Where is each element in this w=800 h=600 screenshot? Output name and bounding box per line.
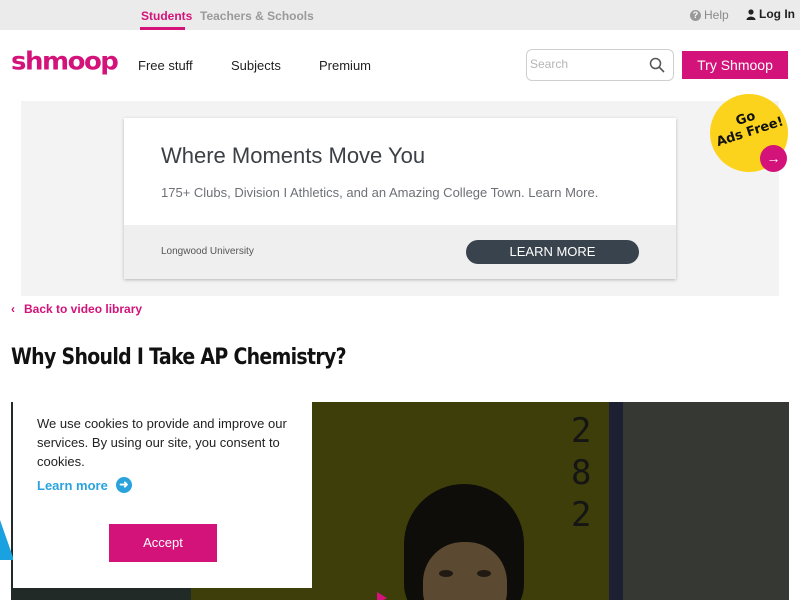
cookie-learn-more-link[interactable]: Learn more ➜ (37, 477, 132, 493)
nav-premium[interactable]: Premium (319, 58, 371, 73)
ad-footer: Longwood University LEARN MORE (124, 225, 676, 279)
top-utility-bar: Students Teachers & Schools ? Help Log I… (0, 0, 800, 30)
video-digit: 2 (571, 495, 592, 535)
tab-students[interactable]: Students (141, 9, 192, 23)
tab-teachers-schools[interactable]: Teachers & Schools (200, 9, 314, 23)
active-tab-indicator (140, 27, 185, 30)
shmoop-logo[interactable]: shmoop (11, 48, 119, 77)
accept-cookies-button[interactable]: Accept (109, 524, 217, 562)
badge-text: Go Ads Free! (709, 102, 786, 151)
chevron-left-icon: ‹ (11, 302, 15, 316)
video-frame-shadow (623, 402, 789, 600)
cookie-consent-dialog: We use cookies to provide and improve ou… (13, 402, 312, 588)
back-link-label: Back to video library (24, 302, 143, 316)
video-person-eye (477, 570, 491, 577)
search-box (526, 49, 674, 81)
play-icon[interactable] (377, 592, 387, 600)
search-input[interactable] (530, 57, 640, 71)
login-label: Log In (759, 7, 795, 21)
decorative-wedge (0, 520, 14, 560)
nav-subjects[interactable]: Subjects (231, 58, 281, 73)
video-digit: 8 (571, 453, 592, 493)
back-to-video-library-link[interactable]: ‹ Back to video library (11, 302, 142, 316)
video-digit: 2 (571, 411, 592, 451)
nav-free-stuff[interactable]: Free stuff (138, 58, 193, 73)
help-label: Help (704, 8, 729, 22)
ad-learn-more-button[interactable]: LEARN MORE (466, 240, 639, 264)
cookie-message: We use cookies to provide and improve ou… (37, 416, 287, 469)
user-icon (746, 8, 756, 20)
video-frame-strip (609, 402, 623, 600)
arrow-right-icon[interactable]: → (760, 145, 787, 172)
search-icon[interactable] (649, 57, 665, 73)
login-link[interactable]: Log In (746, 7, 795, 21)
ad-subtitle: 175+ Clubs, Division I Athletics, and an… (161, 185, 599, 200)
help-link[interactable]: ? Help (690, 8, 729, 22)
arrow-right-circle-icon: ➜ (115, 477, 132, 493)
ad-advertiser-name: Longwood University (161, 246, 254, 257)
page-title: Why Should I Take AP Chemistry? (11, 345, 347, 370)
try-shmoop-button[interactable]: Try Shmoop (682, 51, 788, 79)
video-number-column: 2 8 2 (571, 410, 591, 536)
learn-more-label: Learn more (37, 477, 108, 493)
question-circle-icon: ? (690, 9, 701, 21)
video-person-eye (439, 570, 453, 577)
ad-card[interactable]: Where Moments Move You 175+ Clubs, Divis… (124, 118, 676, 279)
ad-title: Where Moments Move You (161, 143, 426, 168)
